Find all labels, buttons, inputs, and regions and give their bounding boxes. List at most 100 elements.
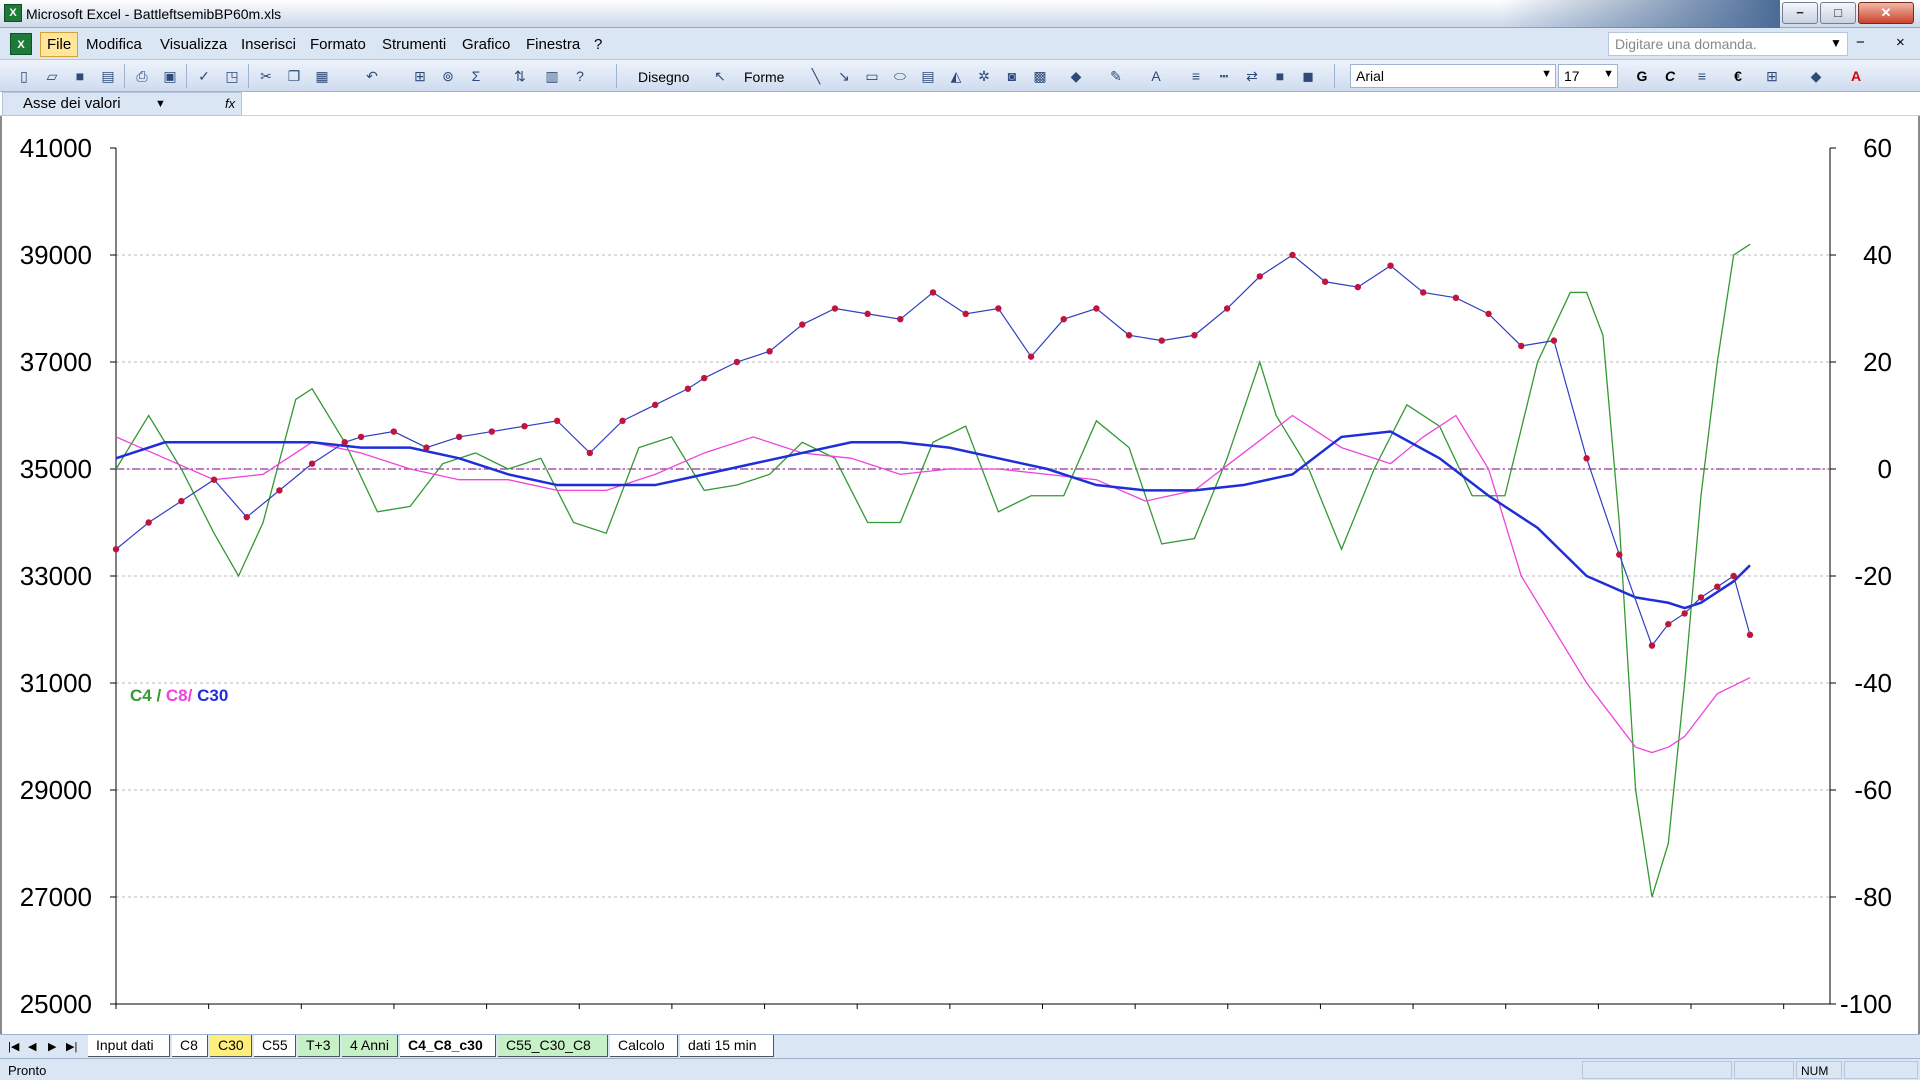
first-sheet-icon[interactable]: |◀ [8,1040,19,1053]
menu-modifica[interactable]: Modifica [86,36,142,53]
research-icon[interactable]: ◳ [222,66,242,86]
3d-style-icon[interactable]: ◼ [1298,66,1318,86]
permission-icon[interactable]: ▤ [98,66,118,86]
maximize-button[interactable]: □ [1820,2,1856,24]
menu-file[interactable]: File [40,32,79,57]
borders-icon[interactable]: ⊞ [1762,66,1782,86]
chart-area[interactable]: 41000 39000 37000 35000 33000 31000 29000 27000… [0,116,1920,1036]
font-color-icon[interactable]: A [1146,66,1166,86]
picture-icon[interactable]: ▩ [1030,66,1050,86]
price-point [799,321,806,328]
dash-style-icon[interactable]: ┅ [1214,66,1234,86]
arrow-icon[interactable]: ↘ [834,66,854,86]
help-search-input[interactable]: Digitare una domanda. [1608,32,1848,56]
workbook-menu-icon[interactable]: X [10,33,32,55]
chevron-down-icon[interactable]: ▼ [1830,36,1842,50]
menu-strumenti[interactable]: Strumenti [382,36,446,53]
price-point [1648,642,1656,649]
sheet-tab[interactable]: C8 [172,1035,208,1057]
paste-icon[interactable]: ▦ [312,66,332,86]
line-style-icon[interactable]: ≡ [1186,66,1206,86]
y-right-tick-label: 20 [1863,347,1892,377]
open-folder-icon[interactable]: ▱ [42,66,62,86]
sort-icon[interactable]: ⇅ [510,66,530,86]
font-size-value: 17 [1564,68,1580,84]
cut-icon[interactable]: ✂ [256,66,276,86]
sheet-tab[interactable]: C30 [210,1035,252,1057]
shapes-menu[interactable]: Forme [744,69,784,85]
font-color-button[interactable]: A [1846,66,1866,86]
sheet-tab[interactable]: Input dati [88,1035,170,1057]
sigma-icon[interactable]: Σ [466,66,486,86]
last-sheet-icon[interactable]: ▶| [66,1040,77,1053]
legend-entry-c30: C30 [197,686,228,705]
status-cell [1582,1061,1732,1079]
chart-wizard-icon[interactable]: ▥ [542,66,562,86]
shadow-icon[interactable]: ■ [1270,66,1290,86]
menu-inserisci[interactable]: Inserisci [241,36,296,53]
draw-menu[interactable]: Disegno [638,69,689,85]
price-point [1191,332,1198,339]
chevron-down-icon[interactable]: ▼ [155,98,166,110]
excel-app-icon[interactable]: X [4,4,22,22]
menu-help[interactable]: ? [594,36,602,53]
spelling-icon[interactable]: ✓ [194,66,214,86]
price-point [243,513,250,521]
bold-button[interactable]: G [1632,66,1652,86]
wordart-icon[interactable]: ◭ [946,66,966,86]
next-sheet-icon[interactable]: ▶ [48,1040,56,1053]
price-point [929,289,937,296]
series-line-c4 [115,243,1751,898]
previous-sheet-icon[interactable]: ◀ [28,1040,36,1053]
sheet-tab[interactable]: T+3 [298,1035,340,1057]
workbook-close-button[interactable]: × [1896,34,1905,51]
sheet-tab[interactable]: Calcolo [610,1035,678,1057]
font-name-select[interactable]: Arial ▼ [1350,64,1556,88]
save-icon[interactable]: ■ [70,66,90,86]
arrow-style-icon[interactable]: ⇄ [1242,66,1262,86]
align-icon[interactable]: ≡ [1692,66,1712,86]
help-icon[interactable]: ? [570,66,590,86]
select-pointer-icon[interactable]: ↖ [710,66,730,86]
rectangle-icon[interactable]: ▭ [862,66,882,86]
price-point [341,439,348,446]
new-file-icon[interactable]: ▯ [14,66,34,86]
menu-finestra[interactable]: Finestra [526,36,580,53]
copy-icon[interactable]: ❐ [284,66,304,86]
menu-visualizza[interactable]: Visualizza [160,36,227,53]
price-point [1681,610,1688,617]
sheet-tab[interactable]: 4 Anni [342,1035,398,1057]
price-point [521,423,528,430]
textbox-icon[interactable]: ▤ [918,66,938,86]
sheet-tab[interactable]: C55_C30_C8 [498,1035,608,1057]
chart-svg[interactable]: 41000 39000 37000 35000 33000 31000 29000 27000… [2,116,1918,1034]
hyperlink-icon[interactable]: ⊞ [410,66,430,86]
fx-icon[interactable]: fx [225,96,235,111]
menu-formato[interactable]: Formato [310,36,366,53]
name-box[interactable]: Asse dei valori ▼ fx [2,92,242,116]
line-icon[interactable]: ╲ [806,66,826,86]
euro-button[interactable]: € [1728,66,1748,86]
undo-icon[interactable]: ↶ [362,66,382,86]
print-preview-icon[interactable]: ▣ [160,66,180,86]
workbook-minimize-button[interactable]: − [1856,34,1865,51]
price-point [1714,583,1721,590]
fill-color-icon[interactable]: ◆ [1806,66,1826,86]
line-color-icon[interactable]: ✎ [1106,66,1126,86]
sheet-tab[interactable]: C4_C8_c30 [400,1035,496,1057]
autosum-icon[interactable]: ⊚ [438,66,458,86]
sheet-tab[interactable]: dati 15 min [680,1035,774,1057]
print-icon[interactable]: ⎙ [132,66,152,86]
close-button[interactable]: ✕ [1858,2,1914,24]
font-size-select[interactable]: 17 ▼ [1558,64,1618,88]
fill-color-icon[interactable]: ◆ [1066,66,1086,86]
menu-grafico[interactable]: Grafico [462,36,510,53]
y-left-tick-label: 41000 [20,133,92,163]
price-point [1125,332,1133,339]
italic-button[interactable]: C [1660,66,1680,86]
diagram-icon[interactable]: ✲ [974,66,994,86]
oval-icon[interactable]: ⬭ [890,66,910,86]
minimize-button[interactable]: − [1782,2,1818,24]
sheet-tab[interactable]: C55 [254,1035,296,1057]
clipart-icon[interactable]: ◙ [1002,66,1022,86]
